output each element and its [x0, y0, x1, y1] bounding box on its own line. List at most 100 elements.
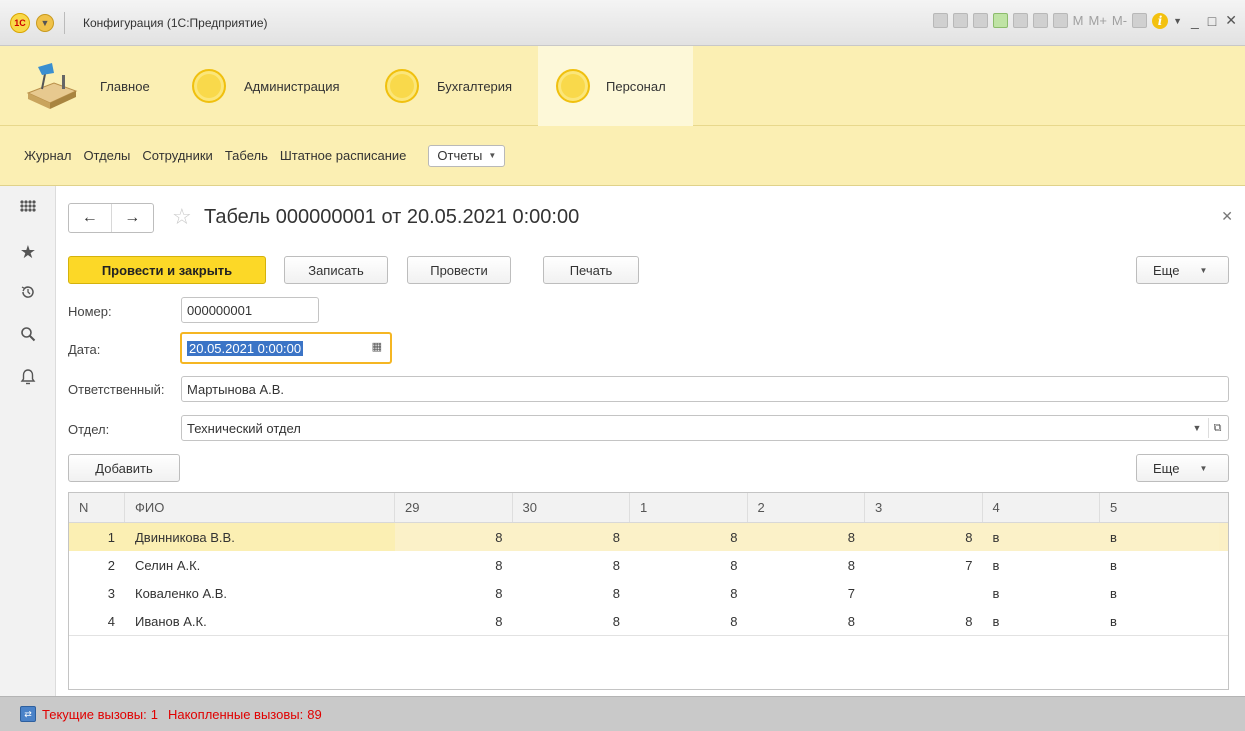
server-calls-icon[interactable]: ⇄: [20, 706, 36, 722]
row-fio[interactable]: Селин А.К.: [125, 551, 395, 579]
back-arrow-icon[interactable]: ←: [69, 204, 111, 232]
search-icon[interactable]: [0, 326, 56, 347]
column-header-fio[interactable]: ФИО: [125, 493, 395, 522]
document-form: ← → ☆ Табель 000000001 от 20.05.2021 0:0…: [56, 186, 1245, 696]
row-fio[interactable]: Коваленко А.В.: [125, 579, 395, 607]
row-hours[interactable]: 8: [395, 579, 513, 607]
print-button[interactable]: Печать: [543, 256, 639, 284]
column-header-day[interactable]: 29: [395, 493, 513, 522]
row-hours[interactable]: 8: [512, 523, 630, 551]
row-hours[interactable]: 8: [630, 523, 748, 551]
favorites-star-icon[interactable]: ★: [0, 242, 56, 263]
row-hours[interactable]: 8: [513, 551, 631, 579]
memory-plus-button[interactable]: M+: [1088, 13, 1106, 28]
row-hours[interactable]: 8: [748, 551, 866, 579]
calculator-icon[interactable]: [1032, 13, 1048, 28]
section-accounting[interactable]: Бухгалтерия: [385, 46, 535, 126]
row-hours[interactable]: 8: [630, 551, 748, 579]
table-row[interactable]: 1 Двинникова В.В. 8 8 8 8 8 в в: [69, 523, 1228, 551]
date-field[interactable]: 20.05.2021 0:00:00 ▦: [180, 332, 392, 364]
row-hours[interactable]: 7: [865, 551, 983, 579]
apps-grid-icon[interactable]: [0, 200, 56, 221]
more-actions-button[interactable]: Еще ▼: [1136, 256, 1229, 284]
func-staffing-link[interactable]: Штатное расписание: [280, 148, 407, 163]
chevron-down-icon[interactable]: ▼: [1188, 418, 1206, 438]
row-hours[interactable]: [865, 579, 983, 607]
column-header-day[interactable]: 5: [1100, 493, 1219, 522]
post-and-close-button[interactable]: Провести и закрыть: [68, 256, 266, 284]
reports-button[interactable]: Отчеты ▼: [428, 144, 506, 167]
row-hours[interactable]: 8: [395, 523, 513, 551]
save-button[interactable]: Записать: [284, 256, 388, 284]
print-icon[interactable]: [952, 13, 968, 28]
column-header-day[interactable]: 4: [983, 493, 1100, 522]
row-hours[interactable]: в: [983, 551, 1101, 579]
forward-arrow-icon[interactable]: →: [110, 204, 154, 232]
section-personnel[interactable]: Персонал: [538, 46, 693, 126]
row-hours[interactable]: 8: [748, 607, 866, 635]
row-hours[interactable]: в: [983, 579, 1101, 607]
link-icon[interactable]: [1012, 13, 1028, 28]
row-hours[interactable]: 8: [395, 551, 513, 579]
table-row[interactable]: 3 Коваленко А.В. 8 8 8 7 в в: [69, 579, 1228, 607]
row-hours[interactable]: в: [1100, 579, 1219, 607]
row-hours[interactable]: 8: [513, 607, 631, 635]
users-icon[interactable]: [992, 13, 1008, 28]
department-field[interactable]: Технический отдел ▼ ⧉: [181, 415, 1229, 441]
info-icon[interactable]: i: [1152, 12, 1169, 29]
row-hours[interactable]: 8: [630, 579, 748, 607]
row-hours[interactable]: 8: [630, 607, 748, 635]
table-row[interactable]: 4 Иванов А.К. 8 8 8 8 8 в в: [69, 607, 1228, 635]
calendar-icon[interactable]: ▦: [372, 340, 382, 353]
column-header-day[interactable]: 2: [748, 493, 865, 522]
memory-minus-button[interactable]: M-: [1112, 13, 1127, 28]
row-hours[interactable]: 8: [865, 607, 983, 635]
row-fio[interactable]: Иванов А.К.: [125, 607, 395, 635]
notifications-bell-icon[interactable]: [0, 368, 56, 391]
row-hours[interactable]: в: [983, 607, 1101, 635]
column-header-day[interactable]: 3: [865, 493, 983, 522]
calendar-icon[interactable]: [1052, 13, 1068, 28]
app-logo-icon[interactable]: 1С: [10, 12, 30, 33]
add-row-button[interactable]: Добавить: [68, 454, 180, 482]
func-journal-link[interactable]: Журнал: [24, 148, 71, 163]
row-hours[interactable]: в: [1100, 523, 1219, 551]
func-departments-link[interactable]: Отделы: [83, 148, 130, 163]
number-field[interactable]: 000000001: [181, 297, 319, 323]
row-fio[interactable]: Двинникова В.В.: [125, 523, 395, 551]
column-header-day[interactable]: 30: [513, 493, 630, 522]
func-employees-link[interactable]: Сотрудники: [142, 148, 212, 163]
info-dropdown-icon[interactable]: ▼: [1173, 16, 1182, 26]
close-window-button[interactable]: ✕: [1225, 12, 1237, 29]
row-hours[interactable]: в: [1100, 551, 1219, 579]
minimize-button[interactable]: _: [1191, 13, 1199, 29]
preview-icon[interactable]: [972, 13, 988, 28]
close-icon[interactable]: ✕: [1221, 208, 1233, 225]
row-hours[interactable]: в: [982, 523, 1100, 551]
favorite-star-outline-icon[interactable]: ☆: [172, 204, 192, 230]
section-administration[interactable]: Администрация: [192, 46, 372, 126]
column-header-n[interactable]: N: [69, 493, 125, 522]
post-button[interactable]: Провести: [407, 256, 511, 284]
memory-m-button[interactable]: M: [1073, 13, 1084, 28]
column-header-day[interactable]: 1: [630, 493, 748, 522]
table-more-button[interactable]: Еще ▼: [1136, 454, 1229, 482]
row-hours[interactable]: 8: [747, 523, 865, 551]
row-hours[interactable]: 8: [395, 607, 513, 635]
row-hours[interactable]: 8: [865, 523, 983, 551]
save-icon[interactable]: [932, 13, 948, 28]
row-hours[interactable]: 7: [748, 579, 866, 607]
main-menu-chevron-down-icon[interactable]: ▼: [36, 13, 54, 32]
section-main[interactable]: Главное: [24, 46, 174, 126]
maximize-button[interactable]: □: [1208, 13, 1216, 29]
row-hours[interactable]: 8: [513, 579, 631, 607]
open-item-icon[interactable]: ⧉: [1208, 418, 1226, 438]
row-hours[interactable]: в: [1100, 607, 1219, 635]
history-icon[interactable]: [0, 284, 56, 305]
responsible-field[interactable]: Мартынова А.В.: [181, 376, 1229, 402]
func-timesheet-link[interactable]: Табель: [225, 148, 268, 163]
timesheet-table[interactable]: N ФИО 29 30 1 2 3 4 5 1 Двинникова В.В. …: [68, 492, 1229, 690]
panel-layout-icon[interactable]: [1132, 13, 1148, 28]
section-label-personnel: Персонал: [606, 78, 666, 94]
table-row[interactable]: 2 Селин А.К. 8 8 8 8 7 в в: [69, 551, 1228, 579]
